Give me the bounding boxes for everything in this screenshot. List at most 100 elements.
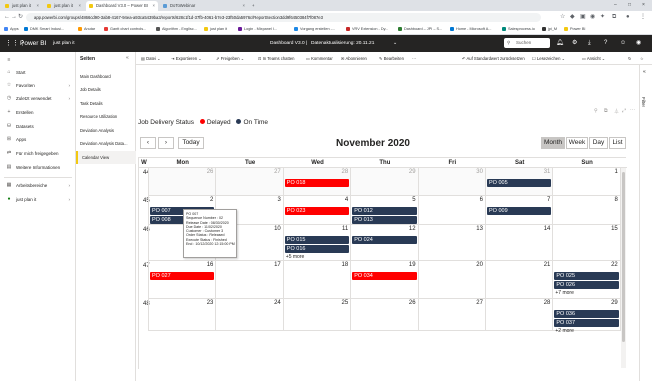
nav-favorites[interactable]: ☆ Favoriten › (0, 79, 76, 92)
subscribe-button[interactable]: ✉ Abonnieren (341, 52, 367, 65)
view-menu[interactable]: ▭ Ansicht ⌄ (582, 52, 605, 65)
gear-icon[interactable]: ⚙ (572, 35, 577, 52)
smiley-icon[interactable]: ☺ (620, 35, 626, 52)
today-button[interactable]: Today (178, 137, 204, 149)
page-item[interactable]: Task Details (76, 97, 136, 110)
day-cell[interactable]: 30 (418, 168, 486, 196)
browser-tab-active[interactable]: Dashboard V3.0 – Power BI × (86, 1, 158, 11)
bookmark[interactable]: Vorgang erstellen -... (294, 24, 335, 34)
day-cell[interactable]: 24 (216, 299, 284, 331)
next-month-button[interactable]: › (158, 137, 174, 149)
bookmark[interactable]: Power BI (564, 24, 585, 34)
close-icon[interactable]: × (243, 1, 245, 11)
export-menu[interactable]: ⇥ Exportieren ⌄ (171, 52, 202, 65)
bookmark[interactable]: Home - Microsoft A... (450, 24, 491, 34)
search-input[interactable]: ⚲ Suchen (504, 38, 550, 48)
more-events-link[interactable]: +2 more (555, 328, 573, 334)
reset-button[interactable]: ↶ Auf Standardwert zurücksetzen (462, 52, 525, 65)
page-item[interactable]: Job Details (76, 83, 136, 96)
brand-name[interactable]: Power BI (20, 35, 46, 52)
focus-mode-icon[interactable]: ⤢ (622, 108, 626, 114)
view-day-button[interactable]: Day (589, 137, 608, 149)
day-cell[interactable]: 8 (553, 196, 621, 225)
extension-icon[interactable]: ✦ (600, 13, 605, 22)
close-icon[interactable]: × (79, 1, 81, 11)
more-options-icon[interactable]: ··· (630, 107, 635, 113)
page-item[interactable]: Main Dashboard (76, 70, 136, 83)
bookmark[interactable]: just plan it (204, 24, 227, 34)
event-chip[interactable]: PO 023 (284, 207, 350, 215)
bookmark[interactable]: Gantt chart controls... (104, 24, 146, 34)
page-item[interactable]: Resource Utilization (76, 110, 136, 123)
event-chip[interactable]: PO 013 (352, 216, 417, 224)
day-cell[interactable]: 27 (216, 168, 284, 196)
nav-datasets[interactable]: ⛁ Datasets (0, 120, 76, 133)
extension-icon[interactable]: ◉ (590, 13, 595, 22)
day-cell[interactable]: 26 (149, 168, 217, 196)
bookmark[interactable]: Dashboard – JPI – S... (398, 24, 442, 34)
extension-icon[interactable]: ☆ (560, 13, 565, 22)
chevron-left-icon[interactable]: « (643, 69, 646, 75)
event-chip[interactable]: PO 005 (487, 179, 552, 187)
close-window-icon[interactable]: × (642, 0, 645, 10)
day-cell[interactable]: 28 (486, 299, 554, 331)
event-chip[interactable]: PO 015 (284, 236, 350, 244)
nav-apps[interactable]: ⊞ Apps (0, 133, 76, 146)
event-chip[interactable]: PO 034 (352, 272, 417, 280)
nav-menu-button[interactable]: ≡ (0, 54, 76, 64)
refresh-icon[interactable]: ↻ (628, 52, 632, 65)
nav-workspaces[interactable]: ▦ Arbeitsbereiche › (0, 179, 76, 192)
close-icon[interactable]: × (37, 1, 39, 11)
pin-icon[interactable]: ⚲ (594, 108, 598, 114)
event-chip[interactable]: PO 016 (284, 245, 350, 253)
nav-recent[interactable]: ◷ Zuletzt verwendet › (0, 92, 76, 105)
scrollbar-thumb[interactable] (622, 172, 625, 342)
page-item[interactable]: Deviation Analysis Data... (76, 137, 136, 150)
day-cell[interactable]: 15 (553, 225, 621, 261)
event-chip[interactable]: PO 012 (352, 207, 417, 215)
bookmark[interactable]: jpi_M (542, 24, 557, 34)
edit-button[interactable]: ✎ Bearbeiten (379, 52, 404, 65)
nav-learn[interactable]: ▤ Weitere Informationen (0, 161, 76, 174)
nav-start[interactable]: ⌂ Start (0, 66, 76, 79)
day-cell[interactable]: 21 (486, 261, 554, 299)
chevron-down-icon[interactable]: ⌄ (393, 35, 397, 52)
day-cell[interactable]: 18 (283, 261, 352, 299)
browser-tab-1[interactable]: just plan it × (2, 1, 42, 11)
event-chip[interactable]: PO 009 (487, 207, 552, 215)
day-cell[interactable]: 27 (418, 299, 486, 331)
more-events-link[interactable]: +7 more (555, 290, 573, 296)
reload-icon[interactable]: ↻ (18, 13, 23, 22)
file-menu[interactable]: ▤ Datei ⌄ (141, 52, 161, 65)
event-chip[interactable]: PO 025 (554, 272, 619, 280)
account-avatar-icon[interactable]: ◉ (636, 35, 641, 52)
bell-icon[interactable]: 🔔︎ (556, 35, 564, 52)
day-cell[interactable]: 16 (149, 261, 217, 299)
bookmark[interactable]: Salesprocess.io (502, 24, 535, 34)
event-chip[interactable]: PO 024 (352, 236, 417, 244)
bookmarks-menu[interactable]: ☐ Lesezeichen ⌄ (532, 52, 565, 65)
profile-avatar-icon[interactable]: ● (626, 13, 630, 22)
day-cell[interactable]: 14 (486, 225, 554, 261)
extension-icon[interactable]: ◆ (570, 13, 575, 22)
address-bar[interactable]: app.powerbi.com/groups/4866cd90-3ab8-416… (26, 13, 541, 22)
bookmark-apps[interactable]: Apps (4, 24, 19, 34)
view-week-button[interactable]: Week (566, 137, 588, 149)
day-cell[interactable]: 25 (283, 299, 352, 331)
share-button[interactable]: ⇗ Freigeben ⌄ (216, 52, 244, 65)
download-icon[interactable]: ⤓ (588, 35, 591, 52)
day-cell[interactable]: 26 (351, 299, 419, 331)
comment-button[interactable]: ▭ Kommentar (306, 52, 333, 65)
favorite-star-icon[interactable]: ☆ (640, 52, 644, 65)
bookmark[interactable]: DMK Smart Indusi... (24, 24, 64, 34)
workspace-name[interactable]: just plan it (53, 35, 75, 52)
event-chip[interactable]: PO 026 (554, 281, 619, 289)
event-chip[interactable]: PO 036 (554, 310, 619, 318)
collapse-pane-icon[interactable]: « (126, 55, 129, 61)
more-menu-icon[interactable]: ⋮ (640, 13, 646, 22)
day-cell[interactable]: 23 (149, 299, 217, 331)
help-icon[interactable]: ? (604, 35, 607, 52)
day-cell[interactable]: 19 (351, 261, 419, 299)
page-item[interactable]: Deviation Analysis (76, 124, 136, 137)
more-options-icon[interactable]: ··· (412, 52, 416, 65)
